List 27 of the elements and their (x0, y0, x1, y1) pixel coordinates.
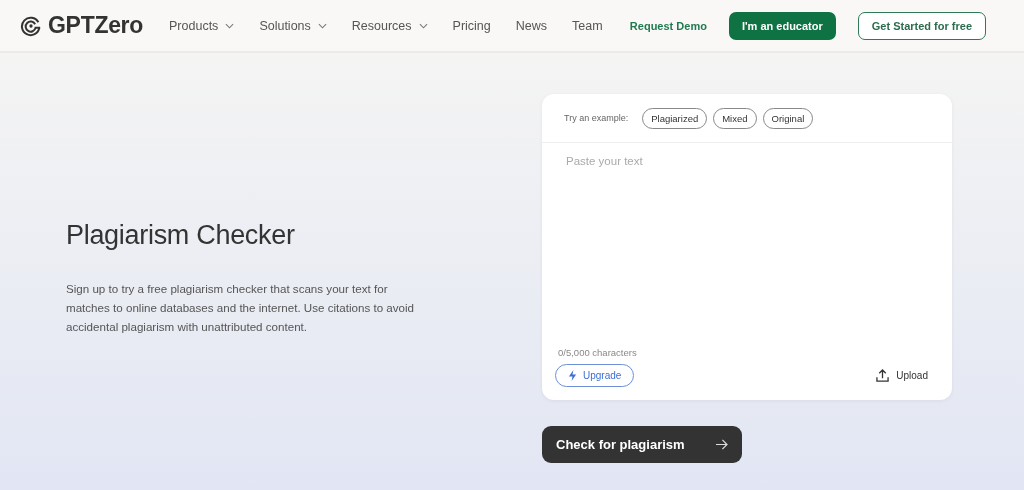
upgrade-button[interactable]: Upgrade (555, 364, 635, 387)
example-chip[interactable]: Plagiarized (642, 107, 708, 129)
character-counter: 0/5,000 characters (558, 347, 638, 358)
request-demo-link[interactable]: Request Demo (629, 19, 707, 32)
upload-button[interactable]: Upload (876, 369, 928, 382)
get-started-button[interactable]: Get Started for free (857, 11, 986, 40)
description: Sign up to try a free plagiarism checker that scans your text for matches to online databases and the internet. Use citations to avoid accidental plagiarism with unattributed content. (66, 281, 416, 335)
chevron-down-icon (225, 22, 235, 29)
arrow-right-icon (715, 439, 728, 450)
nav-link[interactable]: News (515, 18, 548, 33)
page-title: Plagiarism Checker (66, 220, 296, 251)
example-chip[interactable]: Mixed (713, 107, 757, 129)
logo-icon (20, 14, 42, 37)
logo-text[interactable]: GPTZero (48, 12, 144, 39)
educator-button[interactable]: I'm an educator (728, 11, 836, 40)
nav-link[interactable]: Team (572, 18, 603, 33)
nav-link[interactable]: Resources (351, 18, 428, 33)
lightning-icon (568, 370, 577, 381)
example-chip[interactable]: Original (762, 107, 814, 129)
upload-icon (876, 369, 890, 382)
nav-link[interactable]: Solutions (259, 18, 327, 33)
chevron-down-icon (317, 22, 327, 29)
examples-label: Try an example: (564, 113, 629, 123)
chevron-down-icon (418, 22, 428, 29)
nav-link[interactable]: Products (169, 18, 235, 33)
nav-link[interactable]: Pricing (452, 18, 491, 33)
check-plagiarism-button[interactable]: Check for plagiarism (542, 426, 742, 463)
